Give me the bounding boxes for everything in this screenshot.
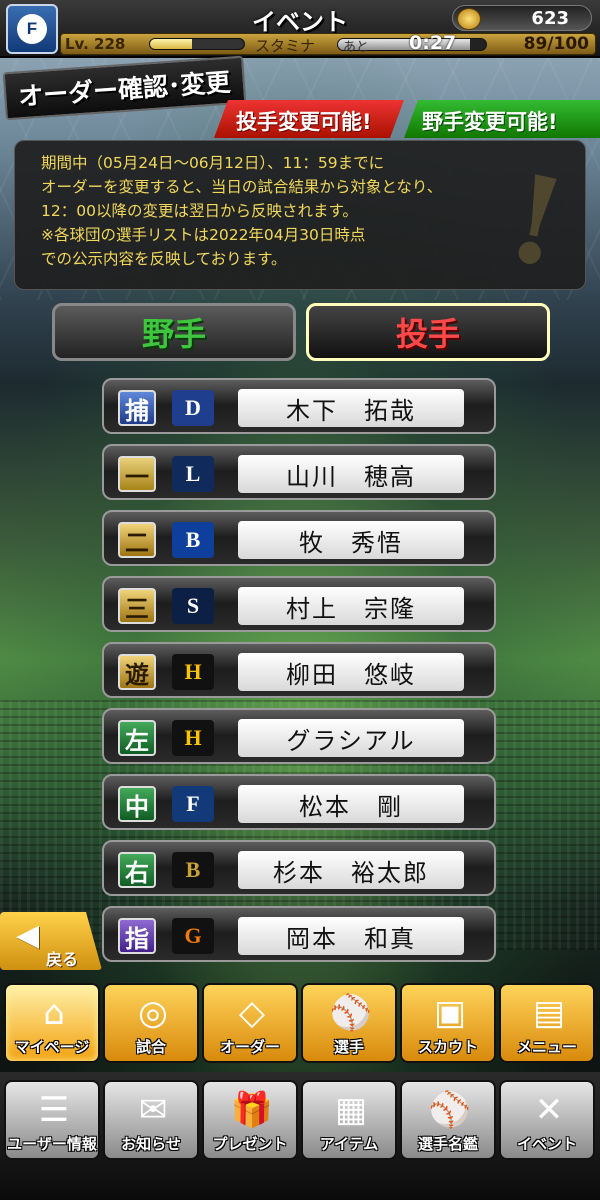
fighters-logo-icon: F xyxy=(172,786,214,822)
coin-icon xyxy=(457,8,481,30)
tab-pitchers[interactable]: 投手 xyxy=(306,303,550,361)
stamina-value: 89/100 xyxy=(523,34,589,54)
nav-scout[interactable]: ▣ スカウト xyxy=(400,983,496,1063)
back-label: 戻る xyxy=(46,950,79,969)
player-name: 山川 穂高 xyxy=(238,455,464,493)
position-badge: 指 xyxy=(118,918,156,954)
nav-label: アイテム xyxy=(319,1135,379,1153)
nav-label: イベント xyxy=(516,1135,577,1153)
exp-bar xyxy=(149,38,245,50)
stamina-label: スタミナ xyxy=(255,37,316,55)
roster-row[interactable]: 遊 H 柳田 悠岐 xyxy=(102,642,496,698)
position-badge: 二 xyxy=(118,522,156,558)
nav-label: 選手 xyxy=(333,1038,364,1056)
swallows-logo-icon: S xyxy=(172,588,214,624)
nav-label: プレゼント xyxy=(212,1135,288,1153)
nav-label: 選手名鑑 xyxy=(417,1135,478,1153)
nav-label: メニュー xyxy=(516,1038,577,1056)
player-name: 木下 拓哉 xyxy=(238,389,464,427)
hawks-logo-icon: H xyxy=(172,720,214,756)
nav-item[interactable]: ▦ アイテム xyxy=(301,1080,397,1160)
nav-label: スカウト xyxy=(417,1038,478,1056)
dragons-logo-icon: D xyxy=(172,390,214,426)
nav-mypage[interactable]: ⌂ マイページ xyxy=(4,983,100,1063)
position-badge: 捕 xyxy=(118,390,156,426)
nav-label: オーダー xyxy=(219,1038,280,1056)
item-icon: ▦ xyxy=(334,1090,368,1130)
back-button[interactable]: ◀ 戻る xyxy=(0,912,102,970)
position-badge: 右 xyxy=(118,852,156,888)
notice-text: 期間中（05月24日～06月12日）、11：59までに オーダーを変更すると、当… xyxy=(41,154,443,268)
nav-label: 試合 xyxy=(135,1038,166,1056)
player-name: 岡本 和真 xyxy=(238,917,464,955)
roster-row[interactable]: 中 F 松本 剛 xyxy=(102,774,496,830)
position-badge: 遊 xyxy=(118,654,156,690)
roster-row[interactable]: 右 B 杉本 裕太郎 xyxy=(102,840,496,896)
lions-logo-icon: L xyxy=(172,456,214,492)
back-arrow-icon: ◀ xyxy=(16,918,40,953)
event-icon: ✕ xyxy=(534,1090,564,1130)
nav-event[interactable]: ✕ イベント xyxy=(499,1080,595,1160)
user-info-icon: ☰ xyxy=(38,1090,70,1130)
player-icon: ⚾ xyxy=(329,993,373,1033)
player-name: 牧 秀悟 xyxy=(238,521,464,559)
roster-row[interactable]: 左 H グラシアル xyxy=(102,708,496,764)
stadium-icon: ◎ xyxy=(138,993,168,1033)
menu-icon: ▤ xyxy=(532,993,566,1033)
buffaloes-logo-icon: B xyxy=(172,852,214,888)
notice-box: ! 期間中（05月24日～06月12日）、11：59までに オーダーを変更すると… xyxy=(14,140,586,296)
nav-label: ユーザー情報 xyxy=(7,1135,97,1153)
pitcher-change-badge: 投手変更可能! xyxy=(214,100,404,138)
nav-directory[interactable]: ⚾ 選手名鑑 xyxy=(400,1080,496,1160)
nav-players[interactable]: ⚾ 選手 xyxy=(301,983,397,1063)
baystars-logo-icon: B xyxy=(172,522,214,558)
tab-fielders[interactable]: 野手 xyxy=(52,303,296,361)
player-name: 松本 剛 xyxy=(238,785,464,823)
position-badge: 中 xyxy=(118,786,156,822)
roster-row[interactable]: 指 G 岡本 和真 xyxy=(102,906,496,962)
level-label: Lv. 228 xyxy=(65,35,126,53)
field-icon: ◇ xyxy=(238,993,266,1033)
roster-row[interactable]: 一 L 山川 穂高 xyxy=(102,444,496,500)
directory-icon: ⚾ xyxy=(428,1090,472,1130)
roster-row[interactable]: 捕 D 木下 拓哉 xyxy=(102,378,496,434)
position-badge: 左 xyxy=(118,720,156,756)
nav-present[interactable]: 🎁 プレゼント xyxy=(202,1080,298,1160)
player-name: 柳田 悠岐 xyxy=(238,653,464,691)
nav-notice[interactable]: ✉ お知らせ xyxy=(103,1080,199,1160)
team-badge-button[interactable]: F xyxy=(6,4,58,54)
nav-order[interactable]: ◇ オーダー xyxy=(202,983,298,1063)
coin-count: 623 xyxy=(531,8,569,29)
nav-game[interactable]: ◎ 試合 xyxy=(103,983,199,1063)
nav-menu[interactable]: ▤ メニュー xyxy=(499,983,595,1063)
fighters-logo-icon: F xyxy=(17,14,47,44)
screen-title: イベント xyxy=(252,8,348,36)
giants-logo-icon: G xyxy=(172,918,214,954)
nav-label: マイページ xyxy=(14,1038,90,1056)
player-name: グラシアル xyxy=(238,719,464,757)
card-icon: ▣ xyxy=(433,993,467,1033)
home-icon: ⌂ xyxy=(43,993,65,1033)
player-name: 杉本 裕太郎 xyxy=(238,851,464,889)
gift-icon: 🎁 xyxy=(230,1090,274,1130)
status-strip: Lv. 228 スタミナ あと 0:27 89/100 xyxy=(60,32,596,55)
recovery-label: あと xyxy=(343,40,370,55)
top-bar: F イベント 623 Lv. 228 スタミナ あと 0:27 89/100 xyxy=(0,0,600,58)
position-badge: 一 xyxy=(118,456,156,492)
hawks-logo-icon: H xyxy=(172,654,214,690)
roster-row[interactable]: 三 S 村上 宗隆 xyxy=(102,576,496,632)
recovery-time: 0:27 xyxy=(409,32,457,54)
fielder-change-badge: 野手変更可能! xyxy=(404,100,600,138)
player-name: 村上 宗隆 xyxy=(238,587,464,625)
roster-row[interactable]: 二 B 牧 秀悟 xyxy=(102,510,496,566)
exp-fill xyxy=(150,39,193,49)
coin-counter[interactable]: 623 xyxy=(452,5,592,31)
nav-label: お知らせ xyxy=(121,1135,181,1153)
notice-icon: ✉ xyxy=(138,1090,168,1130)
position-badge: 三 xyxy=(118,588,156,624)
nav-user-info[interactable]: ☰ ユーザー情報 xyxy=(4,1080,100,1160)
